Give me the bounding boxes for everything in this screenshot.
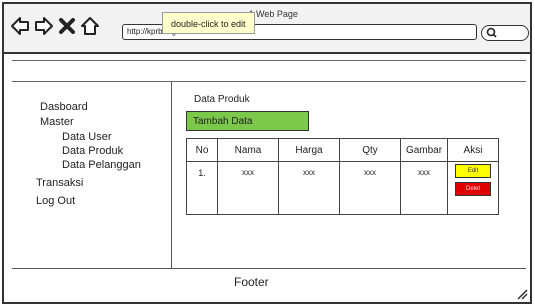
cell-aksi: Edit Delet <box>447 161 499 215</box>
table-row: 1. xxx xxx xxx xxx Edit Delet <box>186 161 499 215</box>
cell-qty: xxx <box>339 161 401 215</box>
column-header-qty: Qty <box>339 138 401 162</box>
page-title: Data Produk <box>194 94 250 105</box>
browser-window: A Web Page http://kprbtn.gold double-cli… <box>2 2 532 304</box>
resize-grip-icon[interactable] <box>516 288 528 300</box>
add-data-button[interactable]: Tambah Data <box>186 111 309 131</box>
main-content: Data Produk Tambah Data No Nama Harga Qt… <box>172 82 526 268</box>
search-field[interactable] <box>481 25 529 41</box>
sidebar-item-data-produk[interactable]: Data Produk <box>62 145 123 157</box>
cell-no: 1. <box>186 161 218 215</box>
sidebar-item-data-user[interactable]: Data User <box>62 131 112 143</box>
edit-tooltip: double-click to edit <box>162 12 255 34</box>
sidebar-item-master[interactable]: Master <box>40 116 74 128</box>
window-title: A Web Page <box>248 9 298 19</box>
back-arrow-icon[interactable] <box>10 15 30 37</box>
column-header-no: No <box>186 138 218 162</box>
table-header-row: No Nama Harga Qty Gambar Aksi <box>186 138 499 162</box>
footer: Footer <box>12 268 526 292</box>
home-icon[interactable] <box>80 15 100 37</box>
column-header-gambar: Gambar <box>400 138 448 162</box>
search-icon <box>486 27 497 38</box>
column-header-harga: Harga <box>278 138 340 162</box>
edit-button[interactable]: Edit <box>455 164 491 178</box>
delete-button[interactable]: Delet <box>455 182 491 196</box>
column-header-aksi: Aksi <box>447 138 499 162</box>
cell-gambar: xxx <box>400 161 448 215</box>
sidebar-item-data-pelanggan[interactable]: Data Pelanggan <box>62 159 141 171</box>
footer-text: Footer <box>234 275 269 289</box>
browser-toolbar: A Web Page http://kprbtn.gold double-cli… <box>4 4 530 54</box>
sidebar-item-dasboard[interactable]: Dasboard <box>40 101 88 113</box>
cell-harga: xxx <box>278 161 340 215</box>
header-band <box>12 60 526 82</box>
sidebar: Dasboard Master Data User Data Produk Da… <box>12 82 172 268</box>
close-x-icon[interactable] <box>58 15 76 37</box>
sidebar-item-transaksi[interactable]: Transaksi <box>36 177 83 189</box>
column-header-nama: Nama <box>217 138 279 162</box>
cell-nama: xxx <box>217 161 279 215</box>
sidebar-item-log-out[interactable]: Log Out <box>36 195 75 207</box>
forward-arrow-icon[interactable] <box>34 15 54 37</box>
product-table: No Nama Harga Qty Gambar Aksi 1. xxx xxx… <box>186 138 499 215</box>
